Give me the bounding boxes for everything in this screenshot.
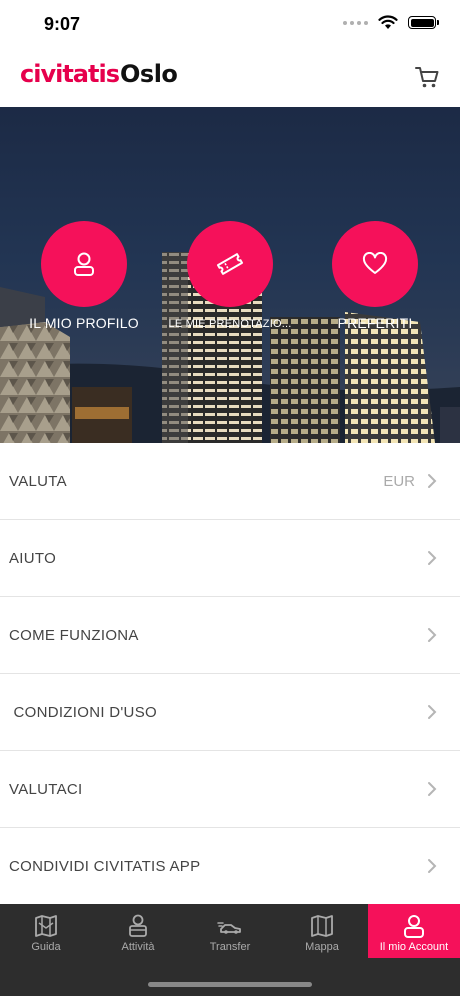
tab-guida[interactable]: Guida xyxy=(0,904,92,958)
tab-label: Mappa xyxy=(305,941,339,953)
menu-item-how-it-works[interactable]: COME FUNZIONA xyxy=(0,597,460,674)
hero-item-bookings[interactable]: LE MIE PRENOTAZIO... xyxy=(150,221,310,330)
tab-label: Guida xyxy=(31,941,61,953)
favorites-circle-button[interactable] xyxy=(332,221,418,307)
hero-item-profile[interactable]: IL MIO PROFILO xyxy=(4,221,164,331)
status-icons xyxy=(343,15,439,30)
battery-icon xyxy=(408,16,439,29)
app-header: civitatis Oslo xyxy=(0,50,460,107)
user-icon xyxy=(74,252,94,276)
menu-label: CONDIVIDI CIVITATIS APP xyxy=(9,857,201,875)
menu-item-help[interactable]: AIUTO xyxy=(0,520,460,597)
hero-label-profile: IL MIO PROFILO xyxy=(29,315,139,331)
hero-banner: IL MIO PROFILO LE MIE PRENOTAZIO... PREF… xyxy=(0,107,460,443)
chevron-right-icon xyxy=(428,782,437,796)
activity-person-icon xyxy=(129,914,147,937)
menu-label: COME FUNZIONA xyxy=(9,626,139,644)
signal-icon xyxy=(343,20,368,25)
home-indicator[interactable] xyxy=(148,982,312,987)
city-title: Oslo xyxy=(120,60,178,88)
menu-label: AIUTO xyxy=(9,549,57,567)
chevron-right-icon xyxy=(428,474,437,488)
ticket-icon xyxy=(216,253,244,275)
hero-label-bookings: LE MIE PRENOTAZIO... xyxy=(168,318,292,330)
wifi-icon xyxy=(378,15,398,29)
cart-icon[interactable] xyxy=(414,64,440,90)
status-time: 9:07 xyxy=(44,14,81,34)
heart-icon xyxy=(362,252,388,274)
tab-account[interactable]: Il mio Account xyxy=(368,904,460,958)
civitatis-logo[interactable]: civitatis xyxy=(20,60,120,88)
bottom-tab-bar: Guida Attività Transfer Mappa Il mio Acc… xyxy=(0,904,460,996)
transfer-car-icon xyxy=(217,922,241,934)
account-user-icon xyxy=(404,915,424,938)
menu-item-currency[interactable]: VALUTA EUR xyxy=(0,443,460,520)
tab-label: Transfer xyxy=(209,941,251,953)
tab-transfer[interactable]: Transfer xyxy=(184,904,276,958)
tab-mappa[interactable]: Mappa xyxy=(276,904,368,958)
menu-item-share-app[interactable]: CONDIVIDI CIVITATIS APP xyxy=(0,828,460,905)
hero-label-favorites: PREFERITI xyxy=(337,315,413,331)
bookings-circle-button[interactable] xyxy=(187,221,273,307)
chevron-right-icon xyxy=(428,859,437,873)
menu-label: CONDIZIONI D'USO xyxy=(9,703,157,721)
tab-label: Il mio Account xyxy=(379,941,449,953)
menu-item-rate-us[interactable]: VALUTACI xyxy=(0,751,460,828)
tab-label: Attività xyxy=(121,941,155,953)
menu-label: VALUTACI xyxy=(9,780,83,798)
guide-map-icon xyxy=(35,915,57,937)
chevron-right-icon xyxy=(428,705,437,719)
menu-label: VALUTA xyxy=(9,472,67,490)
chevron-right-icon xyxy=(428,628,437,642)
map-icon xyxy=(311,915,333,937)
currency-value: EUR xyxy=(383,472,415,490)
hero-item-favorites[interactable]: PREFERITI xyxy=(295,221,455,331)
settings-menu: VALUTA EUR AIUTO COME FUNZIONA CONDIZION… xyxy=(0,443,460,905)
profile-circle-button[interactable] xyxy=(41,221,127,307)
tab-attivita[interactable]: Attività xyxy=(92,904,184,958)
status-bar: 9:07 xyxy=(0,0,460,50)
chevron-right-icon xyxy=(428,551,437,565)
menu-item-terms[interactable]: CONDIZIONI D'USO xyxy=(0,674,460,751)
